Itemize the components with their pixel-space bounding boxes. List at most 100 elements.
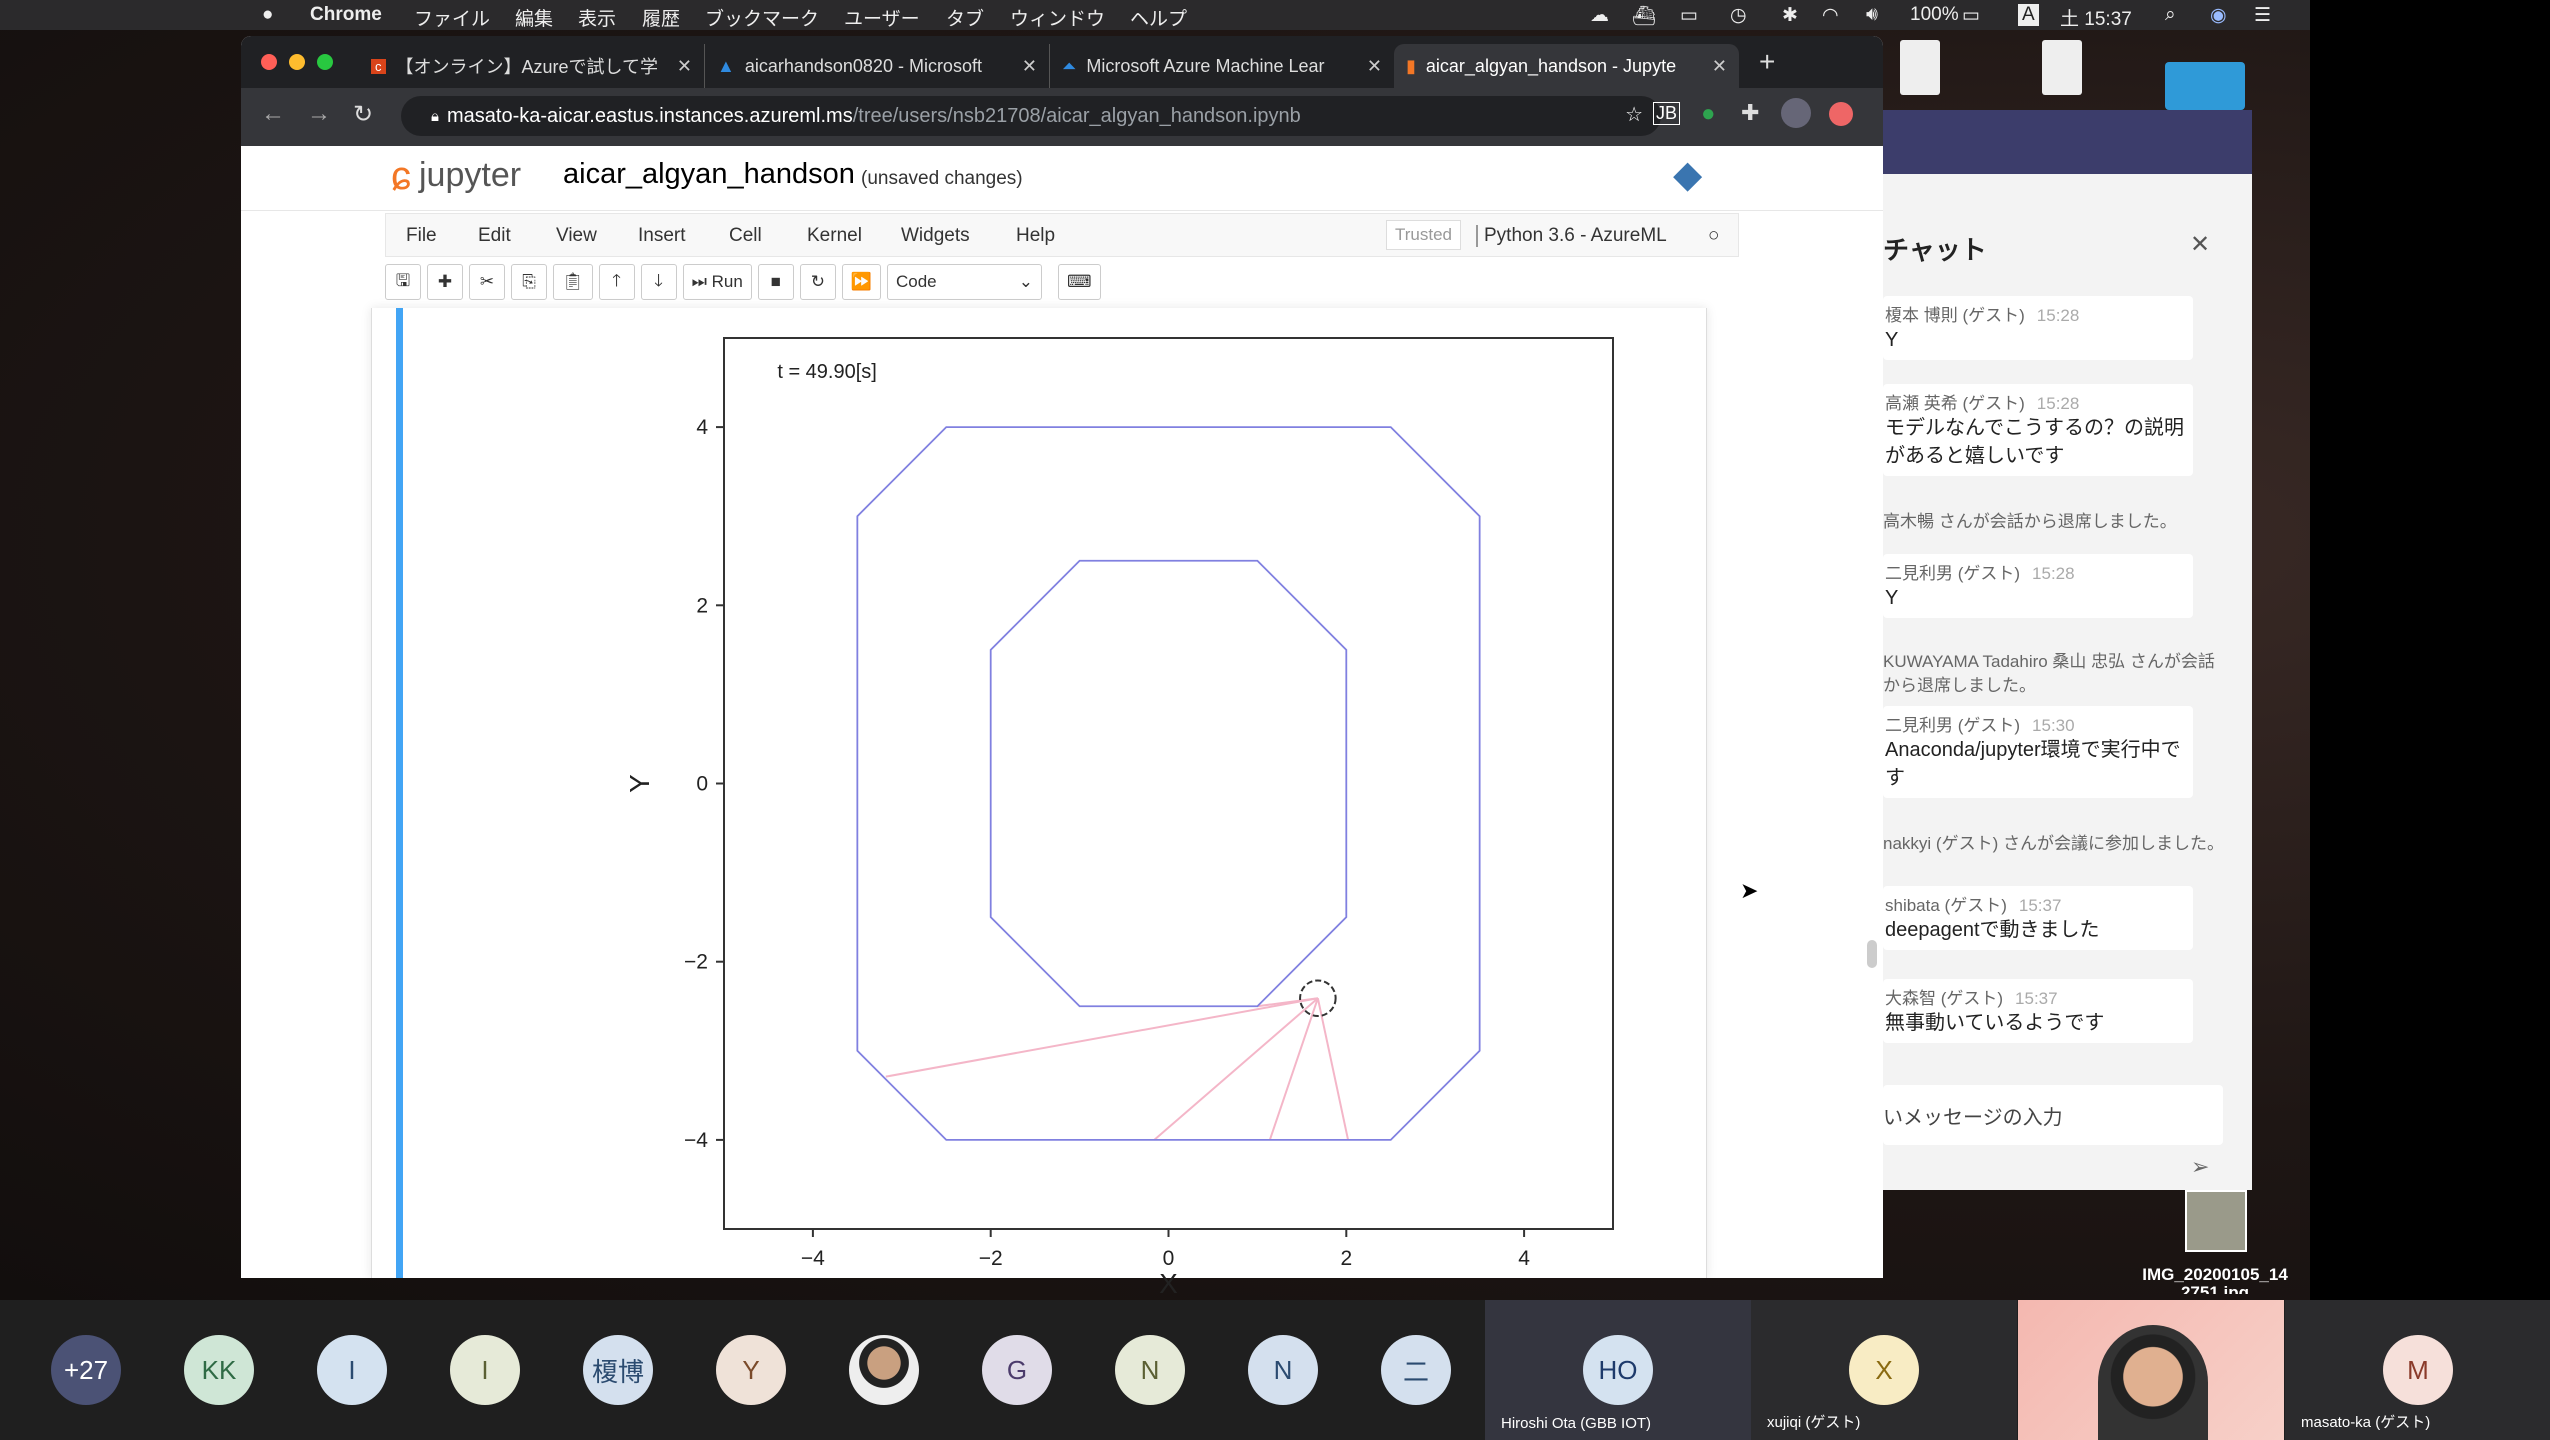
menu-tab[interactable]: タブ xyxy=(946,4,984,31)
jetbrains-extension-icon[interactable]: JB xyxy=(1653,102,1681,125)
docker-icon[interactable]: ⛴ xyxy=(1632,4,1656,28)
app-menu[interactable]: Chrome xyxy=(310,4,382,26)
maximize-window-button[interactable] xyxy=(317,54,333,70)
insert-cell-button[interactable]: ✚ xyxy=(427,264,463,300)
participant-avatar[interactable]: I xyxy=(450,1335,520,1405)
spotlight-icon[interactable]: ⌕ xyxy=(2165,4,2176,26)
tab-azure-portal[interactable]: ▲ aicarhandson0820 - Microsoft ✕ xyxy=(704,44,1049,88)
sender-name: shibata (ゲスト) xyxy=(1885,896,2007,915)
airplay-icon[interactable]: ▭ xyxy=(1680,4,1698,27)
chat-message-input[interactable]: いメッセージの入力 xyxy=(1883,1085,2223,1145)
menu-view[interactable]: View xyxy=(556,225,597,247)
forward-button[interactable]: → xyxy=(307,100,331,128)
battery-icon[interactable]: ▭ xyxy=(1962,4,1980,27)
close-chat-icon[interactable]: ✕ xyxy=(2190,230,2210,259)
participant-avatar[interactable]: Y xyxy=(716,1335,786,1405)
participant-tile[interactable]: Mmasato-ka (ゲスト) xyxy=(2285,1300,2550,1440)
notification-center-icon[interactable]: ☰ xyxy=(2254,4,2271,27)
desktop-folder-icon[interactable] xyxy=(2165,62,2245,110)
run-button[interactable]: ⏭ Run xyxy=(682,264,752,300)
save-button[interactable]: 🖫 xyxy=(385,264,421,300)
back-button[interactable]: ← xyxy=(261,100,285,128)
trusted-indicator[interactable]: Trusted xyxy=(1386,220,1462,250)
chat-scrollbar[interactable] xyxy=(1867,940,1877,968)
desktop-file-icon[interactable] xyxy=(2042,40,2082,95)
extensions-icon[interactable]: ✚ xyxy=(1741,100,1759,126)
menu-view[interactable]: 表示 xyxy=(578,4,616,31)
close-tab-icon[interactable]: ✕ xyxy=(677,56,692,77)
restart-button[interactable]: ↻ xyxy=(799,264,836,300)
move-up-button[interactable]: 🡑 xyxy=(598,264,635,300)
tab-connpass[interactable]: c 【オンライン】Azureで試して学 ✕ xyxy=(359,44,704,88)
new-tab-button[interactable]: + xyxy=(1759,46,1775,78)
participant-video-tile[interactable] xyxy=(2018,1300,2284,1440)
selected-cell-indicator[interactable] xyxy=(396,308,403,1278)
participant-avatar[interactable]: I xyxy=(317,1335,387,1405)
participant-avatar[interactable]: KK xyxy=(184,1335,254,1405)
sender-name: 二見利男 (ゲスト) xyxy=(1885,564,2021,583)
close-tab-icon[interactable]: ✕ xyxy=(1022,56,1037,77)
time-machine-icon[interactable]: ◷ xyxy=(1730,4,1747,27)
wifi-icon[interactable]: ◠ xyxy=(1822,4,1839,27)
participant-tile[interactable]: Xxujiqi (ゲスト) xyxy=(1751,1300,2017,1440)
command-palette-button[interactable]: ⌨ xyxy=(1057,264,1101,300)
menu-window[interactable]: ウィンドウ xyxy=(1010,4,1105,31)
update-icon[interactable] xyxy=(1829,102,1853,126)
menu-user[interactable]: ユーザー xyxy=(844,4,920,31)
evernote-extension-icon[interactable]: ● xyxy=(1701,100,1716,128)
menu-insert[interactable]: Insert xyxy=(638,225,686,247)
cell-type-select[interactable]: Code ⌄ xyxy=(886,264,1042,300)
creative-cloud-icon[interactable]: ☁ xyxy=(1590,4,1609,27)
menu-bookmarks[interactable]: ブックマーク xyxy=(705,4,819,31)
siri-icon[interactable]: ◉ xyxy=(2210,4,2227,27)
interrupt-button[interactable]: ■ xyxy=(757,264,794,300)
menu-history[interactable]: 履歴 xyxy=(642,4,680,31)
tab-azure-ml[interactable]: ⏶ Microsoft Azure Machine Lear ✕ xyxy=(1049,44,1394,88)
desktop-image-thumbnail[interactable] xyxy=(2185,1190,2247,1252)
close-tab-icon[interactable]: ✕ xyxy=(1712,56,1727,77)
menu-help[interactable]: Help xyxy=(1016,225,1055,247)
participant-avatar[interactable]: N xyxy=(1248,1335,1318,1405)
tab-bar: c 【オンライン】Azureで試して学 ✕ ▲ aicarhandson0820 - … xyxy=(241,36,1883,88)
participant-avatar[interactable]: 二 xyxy=(1381,1335,1451,1405)
menu-cell[interactable]: Cell xyxy=(729,225,762,247)
participant-tile[interactable]: HO Hiroshi Ota (GBB IOT) xyxy=(1485,1300,1751,1440)
move-down-button[interactable]: 🡓 xyxy=(640,264,677,300)
time-annotation: t = 49.90[s] xyxy=(777,361,877,383)
copy-button[interactable]: ⎘ xyxy=(511,264,547,300)
volume-icon[interactable]: 🔊︎ xyxy=(1866,4,1878,26)
menu-widgets[interactable]: Widgets xyxy=(901,225,970,247)
jupyter-logo-icon[interactable]: ɕ xyxy=(391,154,411,199)
menu-edit[interactable]: Edit xyxy=(478,225,511,247)
menu-help[interactable]: ヘルプ xyxy=(1130,4,1187,31)
menu-file[interactable]: File xyxy=(406,225,437,247)
profile-avatar[interactable] xyxy=(1781,98,1811,128)
menu-kernel[interactable]: Kernel xyxy=(807,225,862,247)
participant-avatar[interactable]: G xyxy=(982,1335,1052,1405)
clock[interactable]: 土 15:37 xyxy=(2060,4,2132,31)
minimize-window-button[interactable] xyxy=(289,54,305,70)
send-icon[interactable]: ➢ xyxy=(2191,1154,2209,1180)
participant-avatar[interactable]: 榎博 xyxy=(583,1335,653,1405)
jupyter-logo-text[interactable]: jupyter xyxy=(419,156,521,195)
restart-run-all-button[interactable]: ⏩ xyxy=(841,264,881,300)
bluetooth-icon[interactable]: ✱ xyxy=(1782,4,1798,27)
input-source[interactable]: A xyxy=(2018,4,2039,26)
paste-button[interactable]: 📋︎ xyxy=(553,264,593,300)
reload-button[interactable]: ↻ xyxy=(353,100,373,129)
participant-photo-avatar[interactable] xyxy=(849,1335,919,1405)
desktop-file-label[interactable]: IMG_20200105_14 2751.jpg xyxy=(2130,1266,2300,1295)
participant-avatar[interactable]: N xyxy=(1115,1335,1185,1405)
cut-button[interactable]: ✂ xyxy=(469,264,505,300)
menu-file[interactable]: ファイル xyxy=(414,4,490,31)
notebook-title[interactable]: aicar_algyan_handson xyxy=(563,158,855,191)
bookmark-star-icon[interactable]: ☆ xyxy=(1625,102,1643,127)
apple-menu-icon[interactable]: ● xyxy=(262,4,273,26)
close-window-button[interactable] xyxy=(261,54,277,70)
tab-jupyter[interactable]: ▮ aicar_algyan_handson - Jupyte ✕ xyxy=(1394,44,1739,88)
close-tab-icon[interactable]: ✕ xyxy=(1367,56,1382,77)
participant-avatar[interactable]: +27 xyxy=(51,1335,121,1405)
menu-edit[interactable]: 編集 xyxy=(515,4,553,31)
url-input[interactable]: 🔒︎ masato-ka-aicar.eastus.instances.azure… xyxy=(401,96,1661,136)
desktop-file-icon[interactable] xyxy=(1900,40,1940,95)
